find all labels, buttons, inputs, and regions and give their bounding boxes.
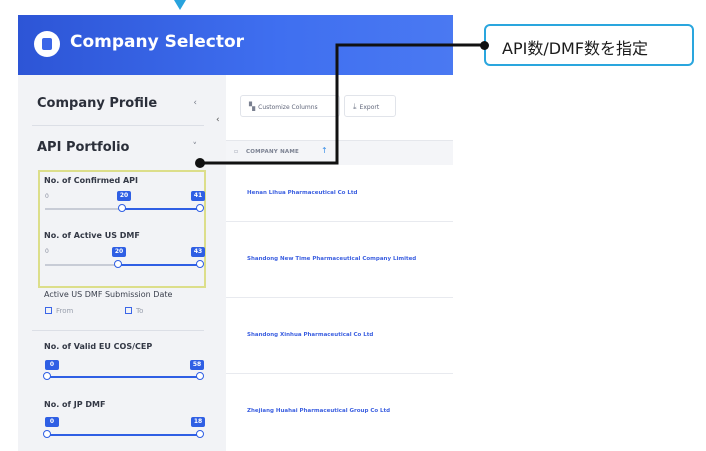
callout-text: API数/DMF数を指定 [502, 39, 649, 58]
slider-handle-low[interactable] [43, 372, 51, 380]
date-filter-label: Active US DMF Submission Date [44, 290, 173, 299]
slider-handle-high[interactable] [196, 372, 204, 380]
table-row[interactable]: Shandong New Time Pharmaceutical Company… [226, 222, 453, 298]
section-company-profile[interactable]: Company Profile ‹ [37, 96, 209, 111]
table-row[interactable]: Henan Lihua Pharmaceutical Co Ltd [226, 165, 453, 222]
slider-high-value: 43 [191, 247, 205, 257]
slider-range [47, 376, 200, 378]
sort-up-icon[interactable]: ↑ [321, 146, 328, 155]
section-api-portfolio[interactable]: API Portfolio ˅ [37, 140, 209, 155]
chevron-down-icon[interactable]: ˅ [193, 142, 198, 152]
customize-columns-button[interactable]: ▚ Customize Columns [240, 95, 340, 117]
slider-handle-low[interactable] [114, 260, 122, 268]
date-from-input[interactable]: From [45, 307, 73, 315]
slider-low-value: 0 [45, 417, 59, 427]
export-icon: ⤓ [353, 102, 357, 111]
app-window: Company Selector Company Profile ‹ API P… [18, 15, 453, 451]
slider-range [118, 264, 200, 266]
slider-low-value: 20 [117, 191, 131, 201]
slider-min-value: 0 [45, 193, 49, 200]
app-title: Company Selector [70, 32, 245, 52]
export-button[interactable]: ⤓ Export [344, 95, 396, 117]
table-header: ▫ COMPANY NAME ↑ [226, 140, 453, 166]
slider-handle-high[interactable] [196, 204, 204, 212]
building-icon [34, 31, 60, 57]
calendar-icon [45, 307, 52, 314]
pointer-arrow-icon [174, 0, 186, 10]
slider-range [122, 208, 200, 210]
section-label: Company Profile [37, 96, 158, 111]
slider-handle-low[interactable] [118, 204, 126, 212]
app-header: Company Selector [18, 15, 453, 75]
table-row[interactable]: Shandong Xinhua Pharmaceutical Co Ltd [226, 298, 453, 374]
chevron-left-icon[interactable]: ‹ [193, 98, 197, 108]
highlight-box [38, 170, 206, 288]
company-link[interactable]: Henan Lihua Pharmaceutical Co Ltd [247, 190, 357, 196]
collapse-sidebar-icon[interactable]: ‹ [216, 115, 220, 125]
slider-label: No. of JP DMF [44, 400, 106, 409]
slider-low-value: 0 [45, 360, 59, 370]
divider [32, 125, 204, 126]
slider-min-value: 0 [45, 248, 49, 255]
date-to-input[interactable]: To [125, 307, 143, 315]
slider-label: No. of Valid EU COS/CEP [44, 342, 153, 351]
slider-high-value: 18 [191, 417, 205, 427]
calendar-icon [125, 307, 132, 314]
slider-handle-high[interactable] [196, 430, 204, 438]
divider [32, 330, 204, 331]
slider-low-value: 20 [112, 247, 126, 257]
slider-high-value: 58 [190, 360, 204, 370]
slider-label: No. of Active US DMF [44, 231, 140, 240]
slider-high-value: 41 [191, 191, 205, 201]
columns-icon: ▚ [249, 102, 256, 111]
lock-icon: ▫ [234, 148, 239, 155]
slider-range [47, 434, 200, 436]
slider-label: No. of Confirmed API [44, 176, 139, 185]
slider-handle-high[interactable] [196, 260, 204, 268]
table-row[interactable]: Zhejiang Huahai Pharmaceutical Group Co … [226, 374, 453, 451]
annotation-callout: API数/DMF数を指定 [480, 24, 694, 66]
company-link[interactable]: Zhejiang Huahai Pharmaceutical Group Co … [247, 408, 390, 414]
section-label: API Portfolio [37, 140, 130, 155]
column-header-company[interactable]: COMPANY NAME [246, 149, 299, 155]
slider-handle-low[interactable] [43, 430, 51, 438]
company-link[interactable]: Shandong Xinhua Pharmaceutical Co Ltd [247, 332, 373, 338]
callout-anchor-dot [480, 41, 489, 50]
company-link[interactable]: Shandong New Time Pharmaceutical Company… [247, 256, 416, 262]
